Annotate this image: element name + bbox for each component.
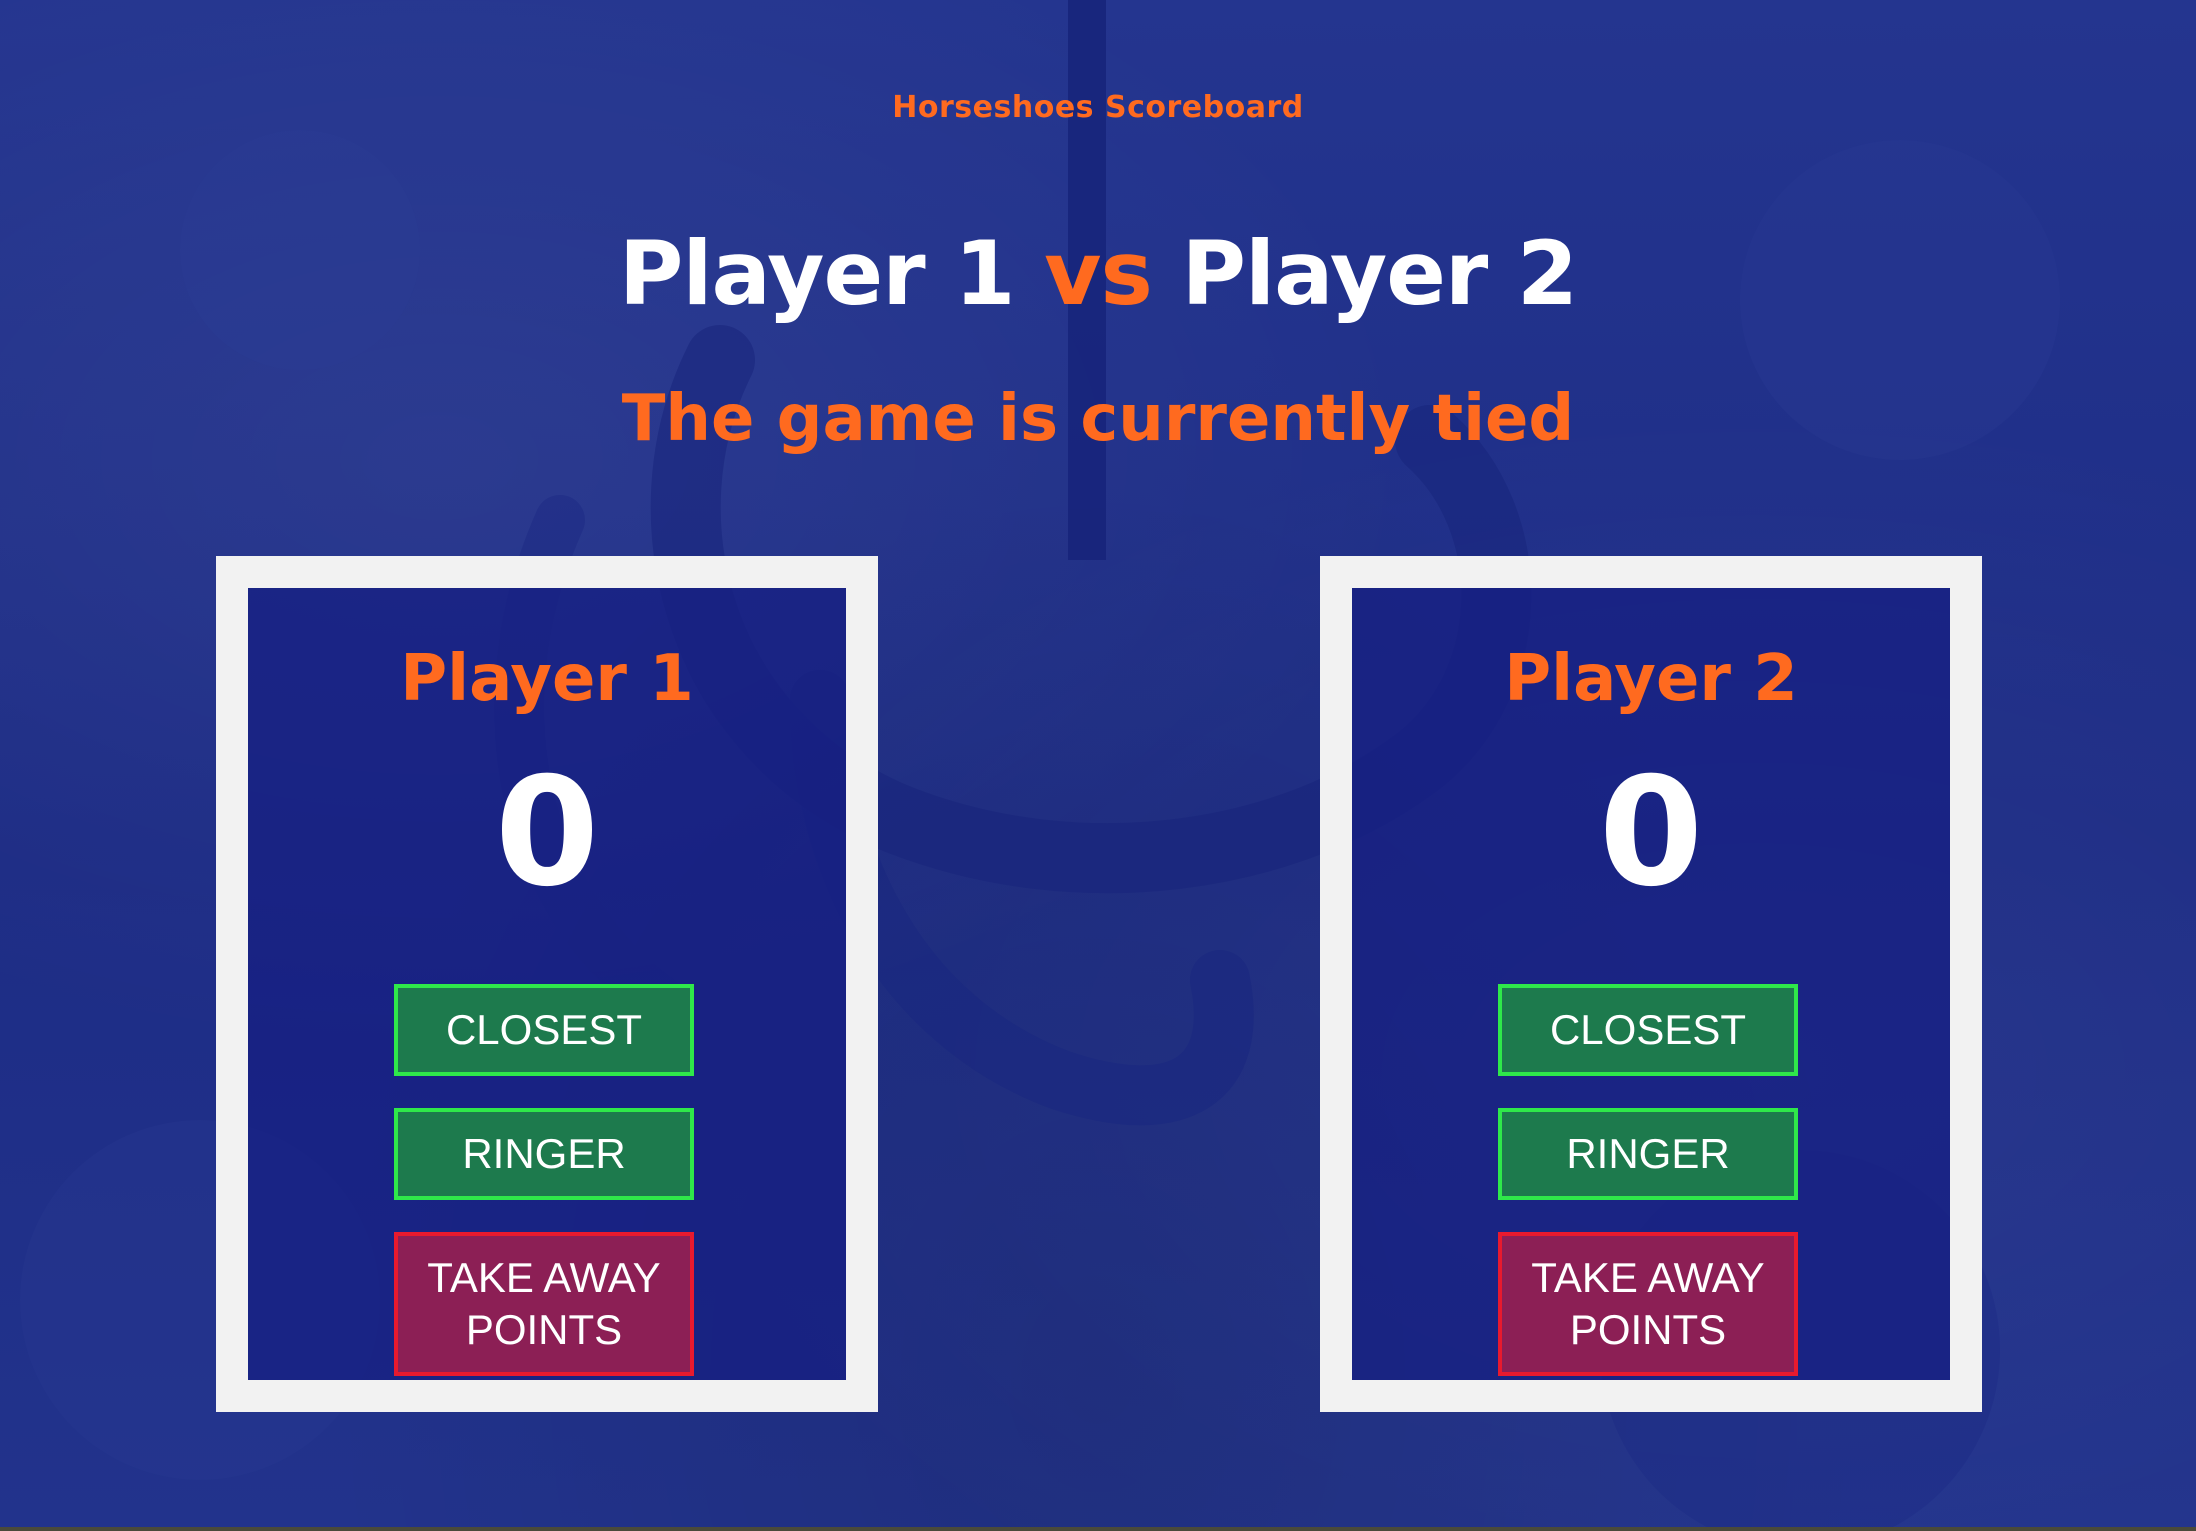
player2-ringer-button[interactable]: RINGER [1498,1108,1798,1200]
player2-closest-button[interactable]: CLOSEST [1498,984,1798,1076]
player2-name: Player 2 [1504,642,1798,716]
player2-score: 0 [1598,746,1704,920]
player1-closest-button[interactable]: CLOSEST [394,984,694,1076]
player1-ringer-button[interactable]: RINGER [394,1108,694,1200]
bottom-edge [0,1527,2196,1531]
matchup-vs: vs [1044,222,1153,325]
matchup-player1: Player 1 [618,222,1016,325]
player2-take-away-points-button[interactable]: TAKE AWAY POINTS [1498,1232,1798,1376]
app-title: Horseshoes Scoreboard [892,90,1304,125]
matchup-player2: Player 2 [1181,222,1579,325]
player2-card: Player 2 0 CLOSEST RINGER TAKE AWAY POIN… [1320,556,1982,1412]
player1-take-away-points-button[interactable]: TAKE AWAY POINTS [394,1232,694,1376]
player1-name: Player 1 [400,642,694,716]
player1-card: Player 1 0 CLOSEST RINGER TAKE AWAY POIN… [216,556,878,1412]
player1-score: 0 [494,746,600,920]
matchup-heading: Player 1 vs Player 2 [0,222,2196,325]
game-status: The game is currently tied [621,382,1575,456]
